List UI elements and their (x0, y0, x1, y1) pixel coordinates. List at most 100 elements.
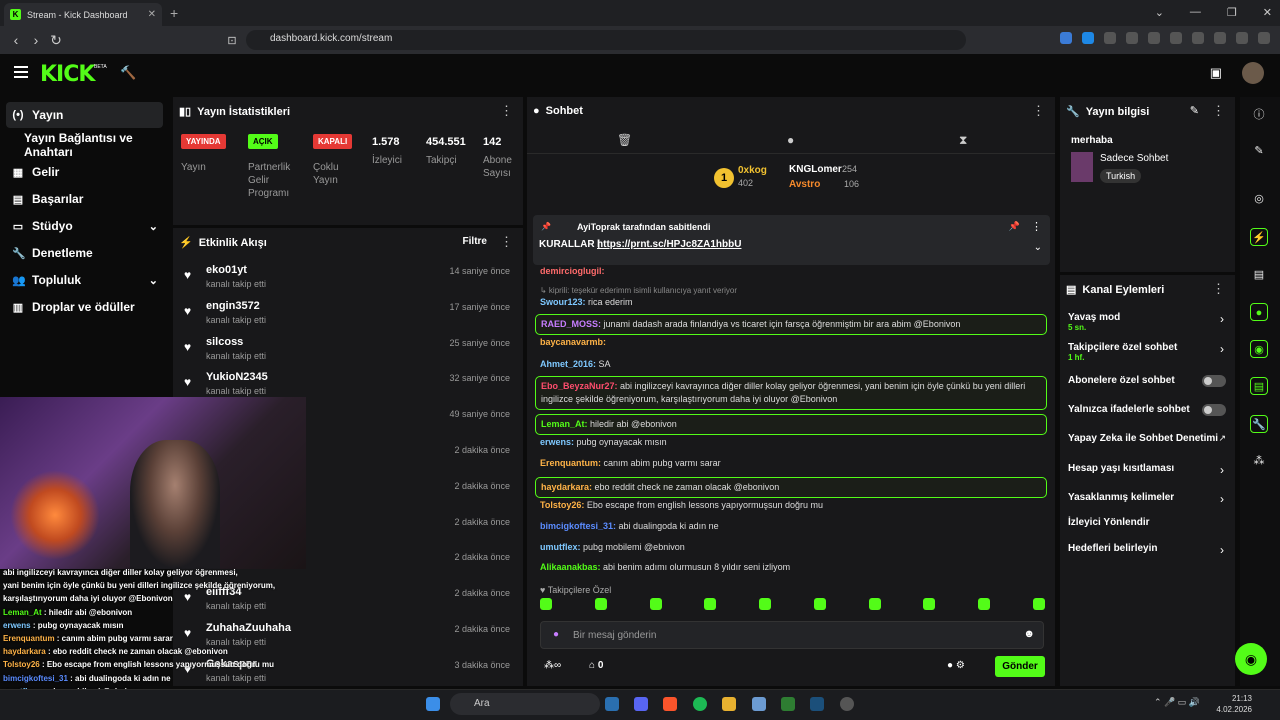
emote-icon[interactable] (759, 598, 772, 610)
channel-icon[interactable]: ▤ (1250, 377, 1268, 395)
unpin-icon[interactable]: 📌 (1009, 221, 1020, 232)
wrench-icon[interactable]: 🔧 (1250, 415, 1268, 433)
stats-icon[interactable]: ▤ (1250, 266, 1268, 284)
support-chat-button[interactable]: ◉ (1235, 643, 1267, 675)
sidebar-icon[interactable] (1170, 32, 1182, 44)
emote-icon[interactable] (868, 598, 881, 610)
app-icon[interactable] (752, 697, 766, 711)
chat-username[interactable]: Erenquantum: (540, 458, 601, 468)
pinned-link[interactable]: https://prnt.sc/HPJc8ZA1hbbU (597, 239, 741, 250)
tools-icon[interactable]: 🔨 (120, 65, 136, 81)
emote-icon[interactable] (1032, 598, 1045, 610)
speech-icon[interactable]: ● (787, 133, 794, 147)
chat-message[interactable]: haydarkara: ebo reddit check ne zaman ol… (535, 477, 1047, 498)
chat-input[interactable]: ● Bir mesaj gönderin ☻ (540, 621, 1044, 649)
minimize-icon[interactable]: — (1190, 6, 1201, 19)
taskbar-search[interactable]: Ara (450, 693, 600, 715)
emote-icon[interactable] (923, 598, 936, 610)
bookmark-icon[interactable]: ⊡ (222, 34, 242, 47)
chat-username[interactable]: RAED_MOSS: (541, 319, 601, 329)
extension-icon[interactable] (1104, 32, 1116, 44)
community-icon[interactable]: ⁂ (1250, 452, 1268, 470)
steam-icon[interactable] (605, 697, 619, 711)
sidebar-item-basarilar[interactable]: ▤ Başarılar (0, 186, 170, 212)
chat-username[interactable]: Leman_At: (541, 419, 588, 429)
more-options-icon[interactable]: ⋮ (1031, 220, 1042, 233)
action-row[interactable]: Takipçilere özel sohbet 1 hf. › (1068, 342, 1230, 362)
feed-user[interactable]: ZuhahaZuuhaha (206, 622, 291, 634)
sidebar-item-gelir[interactable]: ▦ Gelir (0, 159, 170, 185)
sidebar-item-stream-key[interactable]: Yayın Bağlantısı ve Anahtarı (0, 131, 170, 159)
back-icon[interactable]: ‹ (6, 32, 26, 48)
feed-user[interactable]: eko01yt (206, 264, 247, 276)
emote-icon[interactable] (649, 598, 662, 610)
chat-message[interactable]: demircioglugil: (540, 265, 1045, 278)
chat-message[interactable]: Leman_At: hiledir abi @ebonivon (535, 414, 1047, 435)
chat-message[interactable]: erwens: pubg oynayacak mısın (540, 436, 1045, 449)
camera-icon[interactable]: ◎ (1250, 190, 1268, 208)
chat-username[interactable]: demircioglugil: (540, 266, 605, 276)
emote-icon[interactable] (978, 598, 991, 610)
steam-icon[interactable] (810, 697, 824, 711)
ai-icon[interactable] (1214, 32, 1226, 44)
chat-username[interactable]: umutflex: (540, 542, 581, 552)
chat-message[interactable]: Erenquantum: canım abim pubg varmı sarar (540, 457, 1045, 470)
chevron-down-icon[interactable]: ⌄ (1034, 242, 1042, 253)
action-row[interactable]: Yapay Zeka ile Sohbet Denetimi ↗ (1068, 433, 1230, 444)
more-options-icon[interactable]: ⋮ (1212, 281, 1225, 297)
wallet-icon[interactable]: ▣ (1210, 65, 1222, 81)
action-row[interactable]: Yasaklanmış kelimeler › (1068, 492, 1230, 506)
feed-user[interactable]: silcoss (206, 336, 243, 348)
more-options-icon[interactable]: ⋮ (500, 103, 513, 119)
url-field[interactable]: dashboard.kick.com/stream (246, 30, 966, 50)
app-icon[interactable] (722, 697, 736, 711)
forward-icon[interactable]: › (26, 32, 46, 48)
close-icon[interactable]: ✕ (1263, 6, 1272, 19)
broadcast-icon[interactable]: ◉ (1250, 340, 1268, 358)
app-icon[interactable] (781, 697, 795, 711)
chat-username[interactable]: erwens: (540, 437, 574, 447)
reload-icon[interactable]: ↻ (46, 32, 66, 49)
menu-icon[interactable] (1258, 32, 1270, 44)
mic-icon[interactable]: ● (553, 629, 559, 640)
lightning-icon[interactable]: ⚡ (1250, 228, 1268, 246)
chat-username[interactable]: bimcigkoftesi_31: (540, 521, 616, 531)
sidebar-item-topluluk[interactable]: 👥 Topluluk ⌄ (0, 267, 170, 293)
sidebar-item-droplar[interactable]: ▥ Droplar ve ödüller (0, 294, 170, 320)
maximize-icon[interactable]: ❐ (1227, 6, 1237, 19)
app-icon[interactable] (840, 697, 854, 711)
extension-icon[interactable] (1060, 32, 1072, 44)
emote-icon[interactable] (594, 598, 607, 610)
chat-message[interactable]: Alikaanakbas: abi benim adımı olurmusun … (540, 561, 1045, 574)
tag-chip[interactable]: Turkish (1100, 169, 1142, 183)
chat-icon[interactable]: ● (1250, 303, 1268, 321)
more-options-icon[interactable]: ⋮ (1032, 103, 1045, 119)
emoji-icon[interactable]: ☻ (1023, 628, 1035, 640)
brave-icon[interactable] (663, 697, 677, 711)
emote-icon[interactable] (704, 598, 717, 610)
wallet-icon[interactable] (1192, 32, 1204, 44)
shield-icon[interactable] (1236, 32, 1248, 44)
windows-start-icon[interactable] (426, 697, 440, 711)
action-row[interactable]: Abonelere özel sohbet (1068, 375, 1230, 387)
feed-user[interactable]: engin3572 (206, 300, 260, 312)
points-icon[interactable]: ⁂∞ (544, 660, 561, 671)
action-row[interactable]: Yavaş mod 5 sn. › (1068, 312, 1230, 332)
chat-message[interactable]: baycanavarmb: (540, 336, 1045, 349)
chat-message[interactable]: umutflex: pubg mobilemi @ebnivon (540, 541, 1045, 554)
chat-message[interactable]: Tolstoy26: Ebo escape from english lesso… (540, 499, 1045, 512)
extension-icon[interactable] (1082, 32, 1094, 44)
discord-icon[interactable] (634, 697, 648, 711)
hamburger-menu-icon[interactable] (14, 66, 28, 78)
chat-message[interactable]: RAED_MOSS: junami dadash arada finlandiy… (535, 314, 1047, 335)
kick-logo[interactable]: KICK (40, 62, 95, 87)
chat-username[interactable]: baycanavarmb: (540, 337, 606, 347)
browser-tab[interactable]: K Stream - Kick Dashboard ✕ (4, 3, 162, 26)
sidebar-item-yayin[interactable]: (•) Yayın (6, 102, 163, 128)
close-tab-icon[interactable]: ✕ (148, 9, 156, 20)
tray-icons[interactable]: ⌃ 🎤 ▭ 🔊 (1154, 697, 1200, 708)
extension-icon[interactable] (1126, 32, 1138, 44)
chat-username[interactable]: Tolstoy26: (540, 500, 584, 510)
points-counter[interactable]: ⌂ 0 (589, 660, 603, 671)
toggle-switch[interactable] (1202, 375, 1226, 387)
